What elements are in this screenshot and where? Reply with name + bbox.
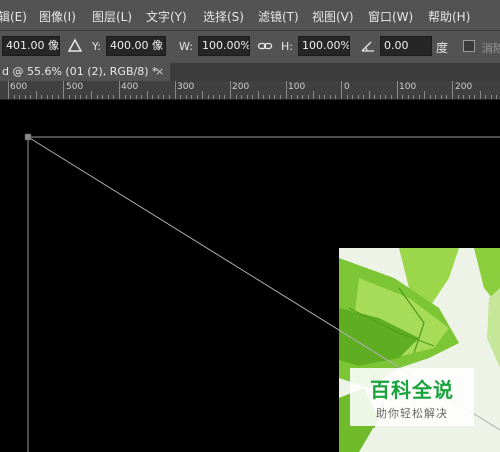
watermark-logo: 百科全说 助你轻松解决: [350, 368, 474, 426]
watermark-subtitle: 助你轻松解决: [376, 407, 448, 420]
watermark-title: 百科全说: [370, 378, 454, 402]
transform-handle[interactable]: [24, 133, 32, 141]
